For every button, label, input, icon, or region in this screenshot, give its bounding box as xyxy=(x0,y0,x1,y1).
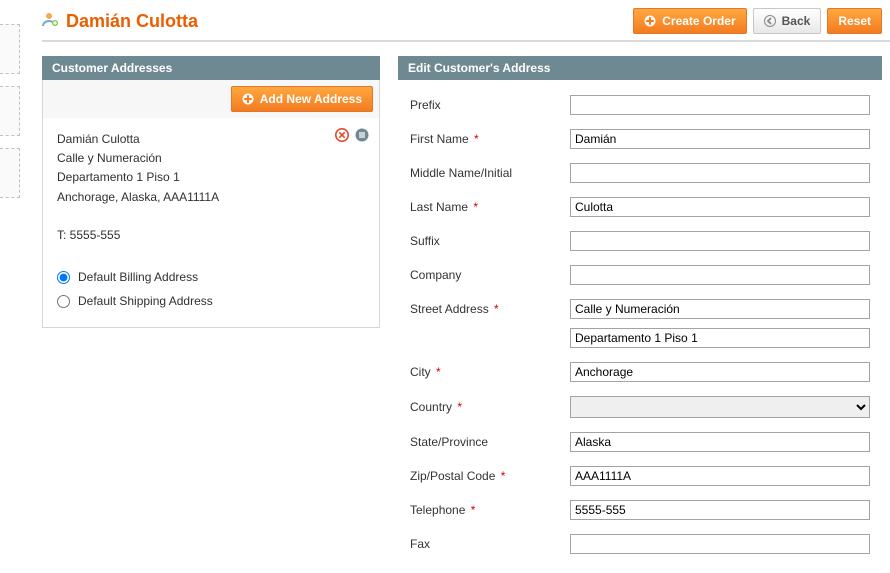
input-street-1[interactable] xyxy=(570,299,870,319)
input-first-name[interactable] xyxy=(570,129,870,149)
label-street: Street Address * xyxy=(410,302,570,316)
address-name: Damián Culotta xyxy=(57,130,365,149)
input-state[interactable] xyxy=(570,432,870,452)
input-telephone[interactable] xyxy=(570,500,870,520)
address-phone: T: 5555-555 xyxy=(57,226,365,245)
input-fax[interactable] xyxy=(570,534,870,554)
address-line1: Calle y Numeración xyxy=(57,149,365,168)
divider xyxy=(42,40,890,42)
default-billing-label: Default Billing Address xyxy=(78,268,198,287)
label-country: Country * xyxy=(410,400,570,414)
input-last-name[interactable] xyxy=(570,197,870,217)
form-body: Prefix First Name * Middle Name/Initial … xyxy=(398,80,882,573)
add-new-address-label: Add New Address xyxy=(260,90,362,108)
edit-icon[interactable] xyxy=(355,128,369,142)
label-telephone: Telephone * xyxy=(410,503,570,517)
input-prefix[interactable] xyxy=(570,95,870,115)
back-label: Back xyxy=(782,12,811,30)
side-tab-stub[interactable] xyxy=(0,148,20,198)
input-street-2[interactable] xyxy=(570,328,870,348)
input-middle-name[interactable] xyxy=(570,163,870,183)
default-billing-radio[interactable] xyxy=(57,271,70,284)
reset-button[interactable]: Reset xyxy=(827,8,882,34)
label-zip: Zip/Postal Code * xyxy=(410,469,570,483)
side-tabs xyxy=(0,0,24,559)
plus-icon xyxy=(242,93,254,105)
header-actions: Create Order Back Reset xyxy=(633,8,890,34)
label-city: City * xyxy=(410,365,570,379)
side-tab-stub[interactable] xyxy=(0,86,20,136)
select-country[interactable] xyxy=(570,396,870,418)
side-tab-stub[interactable] xyxy=(0,24,20,74)
input-city[interactable] xyxy=(570,362,870,382)
label-first-name: First Name * xyxy=(410,132,570,146)
default-shipping-label: Default Shipping Address xyxy=(78,292,213,311)
page-header: Damián Culotta Create Order Back Reset xyxy=(42,8,890,40)
default-shipping-radio[interactable] xyxy=(57,295,70,308)
label-suffix: Suffix xyxy=(410,234,570,248)
label-fax: Fax xyxy=(410,537,570,551)
back-icon xyxy=(764,15,776,27)
customer-icon xyxy=(42,11,60,32)
address-city-state-zip: Anchorage, Alaska, AAA1111A xyxy=(57,188,365,207)
label-middle-name: Middle Name/Initial xyxy=(410,166,570,180)
create-order-button[interactable]: Create Order xyxy=(633,8,746,34)
input-suffix[interactable] xyxy=(570,231,870,251)
input-company[interactable] xyxy=(570,265,870,285)
addresses-panel-header: Customer Addresses xyxy=(42,56,380,80)
add-new-address-button[interactable]: Add New Address xyxy=(231,86,373,112)
address-line2: Departamento 1 Piso 1 xyxy=(57,168,365,187)
label-state: State/Province xyxy=(410,435,570,449)
back-button[interactable]: Back xyxy=(753,8,822,34)
reset-label: Reset xyxy=(838,12,871,30)
address-card: Damián Culotta Calle y Numeración Depart… xyxy=(43,118,379,327)
plus-icon xyxy=(644,15,656,27)
input-zip[interactable] xyxy=(570,466,870,486)
delete-icon[interactable] xyxy=(335,128,349,142)
page-title: Damián Culotta xyxy=(66,11,198,32)
label-last-name: Last Name * xyxy=(410,200,570,214)
addresses-panel-body: Add New Address Damián Culotta Calle y N… xyxy=(42,80,380,328)
label-prefix: Prefix xyxy=(410,98,570,112)
label-company: Company xyxy=(410,268,570,282)
create-order-label: Create Order xyxy=(662,12,735,30)
form-panel-header: Edit Customer's Address xyxy=(398,56,882,80)
